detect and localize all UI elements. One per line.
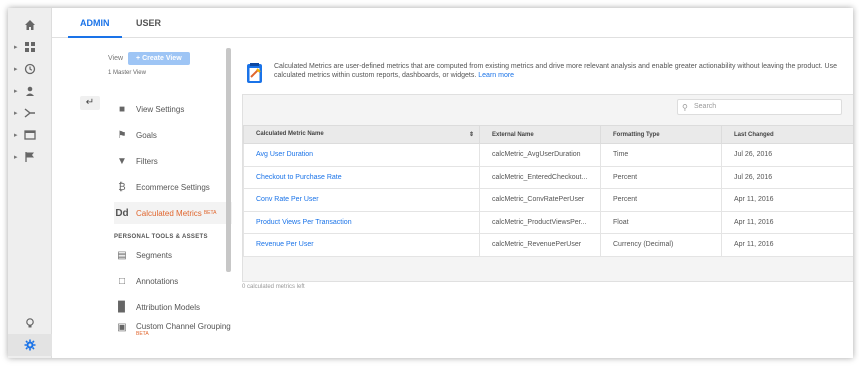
column-header-last-changed[interactable]: Last Changed [721, 125, 853, 144]
menu-item-goals[interactable]: ⚑ Goals [114, 124, 232, 146]
tab-admin[interactable]: ADMIN [68, 8, 122, 38]
segments-icon: ▤ [117, 249, 127, 261]
table-cell: Float [600, 210, 722, 234]
table-row[interactable]: Conv Rate Per User calcMetric_ConvRatePer… [243, 188, 853, 212]
left-nav: ▸ ▸ ▸ ▸ ▸ ▸ [8, 8, 52, 358]
info-text: Calculated Metrics are user-defined metr… [274, 62, 853, 84]
calculator-clipboard-icon [247, 63, 262, 83]
table-cell: calcMetric_ConvRatePerUser [479, 188, 601, 212]
menu-item-attribution-models[interactable]: ▉ Attribution Models [114, 296, 232, 318]
admin-tabs: ADMIN USER [52, 8, 853, 38]
menu-item-view-settings[interactable]: ■ View Settings [114, 98, 232, 120]
menu-item-label: Custom Channel Grouping [136, 322, 231, 331]
tab-user[interactable]: USER [124, 8, 173, 38]
menu-item-label: Calculated Metrics [136, 208, 202, 218]
table-cell: Jul 26, 2016 [721, 143, 853, 167]
column-header-formatting-type[interactable]: Formatting Type [600, 125, 722, 144]
back-arrow-icon[interactable]: ↵ [80, 96, 100, 110]
menu-item-label: Attribution Models [136, 302, 201, 312]
clock-icon[interactable]: ▸ [8, 58, 52, 80]
flag-icon[interactable]: ▸ [8, 146, 52, 168]
info-description: Calculated Metrics are user-defined metr… [274, 63, 837, 79]
table-cell: Currency (Decimal) [600, 233, 722, 257]
beta-badge: BETA [203, 210, 217, 216]
search-placeholder: Search [694, 103, 717, 110]
dashboard-icon[interactable]: ▸ [8, 36, 52, 58]
table-cell: calcMetric_EnteredCheckout... [479, 165, 601, 189]
search-icon: ⚲ [682, 103, 688, 112]
menu-item-label-wrap: Custom Channel Grouping BETA [136, 322, 231, 337]
table-cell: Percent [600, 188, 722, 212]
channel-icon: ▣ [117, 322, 127, 333]
sort-icon[interactable]: ⇕ [469, 131, 474, 138]
menu-item-label: View Settings [136, 104, 185, 114]
table-cell: calcMetric_RevenuePerUser [479, 233, 601, 257]
create-view-button[interactable]: + Create View [128, 52, 190, 65]
search-input[interactable]: ⚲ Search [677, 99, 842, 115]
document-icon: ■ [118, 103, 126, 115]
annotations-icon: □ [118, 275, 126, 287]
learn-more-link[interactable]: Learn more [478, 72, 514, 79]
view-label: View [108, 55, 124, 62]
table-cell: Percent [600, 165, 722, 189]
person-icon[interactable]: ▸ [8, 80, 52, 102]
main-content: Calculated Metrics are user-defined metr… [240, 38, 853, 358]
metric-name-link[interactable]: Product Views Per Transaction [243, 210, 480, 234]
metric-name-link[interactable]: Checkout to Purchase Rate [243, 165, 480, 189]
menu-item-segments[interactable]: ▤ Segments [114, 244, 232, 266]
lightbulb-icon[interactable] [8, 312, 52, 334]
menu-item-annotations[interactable]: □ Annotations [114, 270, 232, 292]
calculated-icon: Dd [115, 207, 129, 219]
menu-item-calculated-metrics[interactable]: Dd Calculated Metrics BETA [114, 202, 232, 224]
table-cell: Apr 11, 2016 [721, 188, 853, 212]
table-header-row: Calculated Metric Name ⇕ External Name Fo… [243, 125, 853, 144]
table-cell: Time [600, 143, 722, 167]
gear-icon[interactable] [8, 334, 52, 356]
metric-name-link[interactable]: Revenue Per User [243, 233, 480, 257]
menu-item-label: Segments [136, 250, 173, 260]
menu-item-filters[interactable]: ▼ Filters [114, 150, 232, 172]
behavior-icon[interactable]: ▸ [8, 124, 52, 146]
column-header-external-name[interactable]: External Name [479, 125, 601, 144]
metrics-left-note: 0 calculated metrics left [242, 284, 305, 290]
table-row[interactable]: Avg User Duration calcMetric_AvgUserDurat… [243, 143, 853, 167]
info-banner: Calculated Metrics are user-defined metr… [246, 62, 853, 84]
view-selector-row: View + Create View [108, 52, 190, 65]
master-view-label[interactable]: 1 Master View [108, 70, 146, 76]
menu-item-ecommerce-settings[interactable]: ₿ Ecommerce Settings [114, 176, 232, 198]
personal-tools-heading: PERSONAL TOOLS & ASSETS [114, 234, 208, 240]
menu-item-custom-channel-grouping[interactable]: ▣ Custom Channel Grouping BETA [114, 322, 232, 350]
app-frame: ▸ ▸ ▸ ▸ ▸ ▸ ADMIN USER View + Create Vie… [8, 8, 853, 358]
table-cell: calcMetric_AvgUserDuration [479, 143, 601, 167]
view-column-scrollbar[interactable] [226, 48, 231, 272]
table-cell: Apr 11, 2016 [721, 233, 853, 257]
home-icon[interactable] [8, 14, 52, 36]
menu-item-label: Filters [136, 156, 158, 166]
menu-item-label: Goals [136, 130, 157, 140]
metrics-table: Calculated Metric Name ⇕ External Name Fo… [243, 125, 853, 257]
menu-item-label: Ecommerce Settings [136, 182, 210, 192]
flag-icon: ⚑ [117, 129, 127, 141]
table-cell: Apr 11, 2016 [721, 210, 853, 234]
table-row[interactable]: Product Views Per Transaction calcMetric_… [243, 210, 853, 234]
table-cell: Jul 26, 2016 [721, 165, 853, 189]
cart-icon: ₿ [118, 181, 126, 193]
beta-badge: BETA [136, 331, 149, 337]
table-row[interactable]: Checkout to Purchase Rate calcMetric_Ente… [243, 165, 853, 189]
table-cell: calcMetric_ProductViewsPer... [479, 210, 601, 234]
metric-name-link[interactable]: Conv Rate Per User [243, 188, 480, 212]
column-header-name[interactable]: Calculated Metric Name ⇕ [243, 125, 480, 144]
metrics-table-panel: ⚲ Search Calculated Metric Name ⇕ Externa… [242, 94, 853, 282]
acquisition-icon[interactable]: ▸ [8, 102, 52, 124]
filter-icon: ▼ [117, 155, 127, 167]
bar-chart-icon: ▉ [118, 301, 126, 313]
view-column: View + Create View 1 Master View ↵ ■ Vie… [62, 38, 232, 358]
table-row[interactable]: Revenue Per User calcMetric_RevenuePerUse… [243, 233, 853, 257]
metric-name-link[interactable]: Avg User Duration [243, 143, 480, 167]
menu-item-label: Annotations [136, 276, 179, 286]
